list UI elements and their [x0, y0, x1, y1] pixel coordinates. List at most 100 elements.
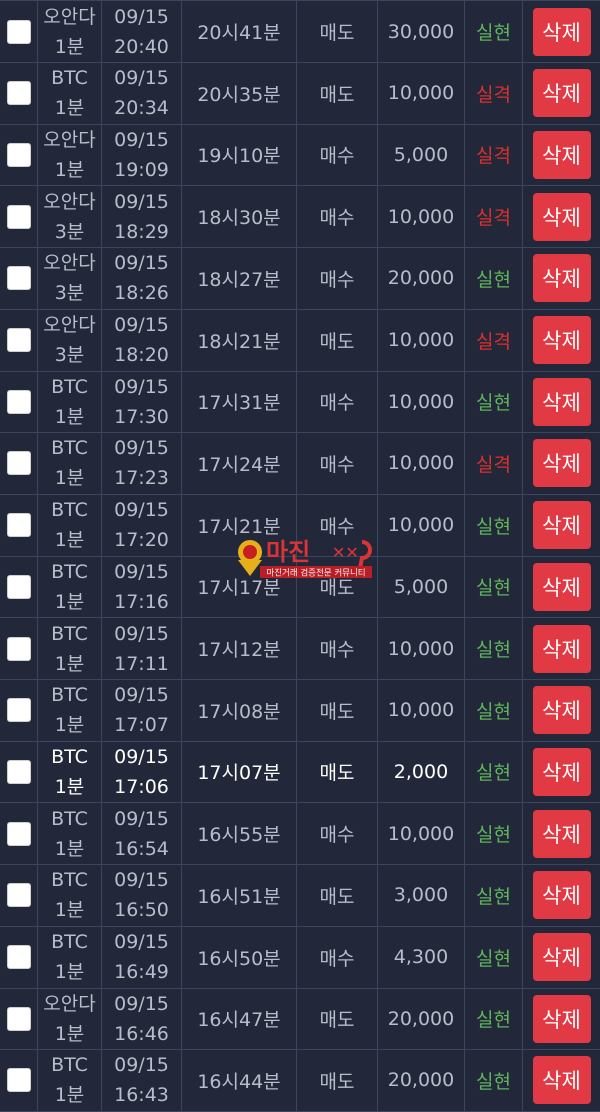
delete-button[interactable]: 삭제	[532, 562, 591, 611]
delete-button[interactable]: 삭제	[532, 686, 591, 735]
trade-side: 매수	[319, 453, 355, 476]
row-select-cell	[0, 556, 38, 618]
delete-button[interactable]: 삭제	[532, 192, 591, 241]
result-status: 실현	[476, 947, 511, 970]
delete-button[interactable]: 삭제	[532, 130, 591, 179]
trade-side: 매수	[319, 207, 355, 230]
bet-amount: 10,000	[387, 205, 455, 228]
delete-button[interactable]: 삭제	[532, 871, 591, 920]
trade-side: 매도	[319, 577, 355, 600]
result-status: 실현	[476, 1009, 511, 1032]
datetime-cell: 09/15 17:23	[102, 432, 182, 494]
datetime-cell: 09/15 18:29	[102, 186, 182, 248]
action-cell: 삭제	[523, 495, 600, 556]
game-interval: 1분	[54, 1022, 85, 1045]
row-select-checkbox[interactable]	[6, 1006, 31, 1031]
table-row: BTC 1분 09/15 16:43 16시44분 매도 20,000 실현 삭제	[0, 1049, 600, 1112]
action-cell: 삭제	[523, 63, 600, 124]
delete-button[interactable]: 삭제	[532, 377, 591, 426]
row-select-checkbox[interactable]	[6, 142, 31, 167]
row-select-cell	[0, 247, 38, 309]
delete-button[interactable]: 삭제	[532, 994, 591, 1043]
result-status: 실현	[476, 1070, 511, 1093]
row-select-checkbox[interactable]	[6, 451, 31, 476]
bet-date: 09/15	[114, 437, 169, 460]
row-select-cell	[0, 432, 38, 494]
side-cell: 매수	[297, 618, 378, 679]
row-select-checkbox[interactable]	[6, 389, 31, 414]
bet-amount: 10,000	[387, 329, 455, 351]
bet-time: 18:29	[114, 220, 169, 243]
row-select-checkbox[interactable]	[6, 328, 31, 352]
result-cell: 실현	[465, 741, 523, 803]
bet-date: 09/15	[114, 560, 169, 583]
datetime-cell: 09/15 18:26	[102, 247, 182, 309]
delete-button[interactable]: 삭제	[532, 501, 591, 550]
game-cell: BTC 1분	[38, 926, 102, 988]
row-select-checkbox[interactable]	[6, 19, 31, 44]
game-interval: 1분	[54, 158, 85, 181]
action-cell: 삭제	[523, 556, 600, 617]
result-status: 실격	[476, 83, 511, 106]
delete-button[interactable]: 삭제	[532, 1056, 591, 1105]
row-select-checkbox[interactable]	[6, 636, 31, 661]
game-cell: BTC 1분	[38, 803, 102, 865]
row-select-cell	[0, 186, 38, 248]
row-select-checkbox[interactable]	[6, 945, 31, 969]
bet-time: 16:54	[114, 837, 169, 860]
game-interval: 1분	[54, 837, 85, 860]
bet-date: 09/15	[114, 252, 169, 275]
row-select-cell	[0, 864, 38, 926]
game-name: BTC	[51, 1054, 88, 1077]
trade-side: 매도	[319, 1070, 355, 1093]
amount-cell: 30,000	[378, 1, 465, 62]
game-cell: 오안다 1분	[38, 124, 102, 186]
delete-button[interactable]: 삭제	[532, 809, 591, 858]
delete-button[interactable]: 삭제	[532, 316, 591, 364]
datetime-cell: 09/15 17:07	[102, 679, 182, 741]
row-select-cell	[0, 988, 38, 1050]
bet-amount: 10,000	[387, 699, 455, 722]
game-cell: BTC 1분	[38, 741, 102, 803]
row-select-checkbox[interactable]	[6, 513, 31, 538]
delete-button[interactable]: 삭제	[532, 624, 591, 673]
game-name: 오안다	[43, 252, 96, 275]
row-select-cell	[0, 1049, 38, 1111]
row-select-checkbox[interactable]	[6, 266, 31, 291]
bet-date: 09/15	[114, 622, 169, 645]
game-cell: 오안다 1분	[38, 1, 102, 62]
bet-time: 20:34	[114, 97, 169, 120]
row-select-checkbox[interactable]	[6, 204, 31, 229]
delete-button[interactable]: 삭제	[532, 254, 591, 303]
bet-amount: 5,000	[393, 575, 449, 598]
row-select-checkbox[interactable]	[6, 759, 31, 784]
datetime-cell: 09/15 16:54	[102, 803, 182, 865]
delete-button[interactable]: 삭제	[532, 7, 591, 56]
delete-button[interactable]: 삭제	[532, 933, 591, 981]
delete-button[interactable]: 삭제	[532, 439, 591, 488]
round-label: 18시21분	[197, 330, 281, 353]
result-cell: 실격	[465, 186, 523, 248]
game-cell: 오안다 3분	[38, 186, 102, 248]
row-select-checkbox[interactable]	[6, 1068, 31, 1093]
delete-button[interactable]: 삭제	[532, 69, 591, 118]
game-interval: 1분	[54, 590, 85, 613]
table-row: 오안다 3분 09/15 18:20 18시21분 매도 10,000 실격 삭제	[0, 309, 600, 372]
bet-time: 17:20	[114, 529, 169, 552]
action-cell: 삭제	[523, 310, 600, 371]
row-select-checkbox[interactable]	[6, 698, 31, 723]
round-cell: 18시27분	[182, 247, 297, 309]
result-cell: 실격	[465, 309, 523, 371]
table-row: BTC 1분 09/15 17:07 17시08분 매도 10,000 실현 삭제	[0, 679, 600, 742]
row-select-checkbox[interactable]	[6, 883, 31, 908]
row-select-checkbox[interactable]	[6, 821, 31, 846]
table-row: 오안다 1분 09/15 20:40 20시41분 매도 30,000 실현 삭제	[0, 1, 600, 63]
bet-amount: 10,000	[387, 822, 455, 845]
row-select-checkbox[interactable]	[6, 81, 31, 106]
round-label: 17시24분	[197, 453, 281, 476]
row-select-checkbox[interactable]	[6, 574, 31, 599]
delete-button[interactable]: 삭제	[532, 747, 591, 796]
bet-amount: 3,000	[393, 884, 449, 907]
round-cell: 17시07분	[182, 741, 297, 803]
amount-cell: 10,000	[378, 186, 465, 248]
